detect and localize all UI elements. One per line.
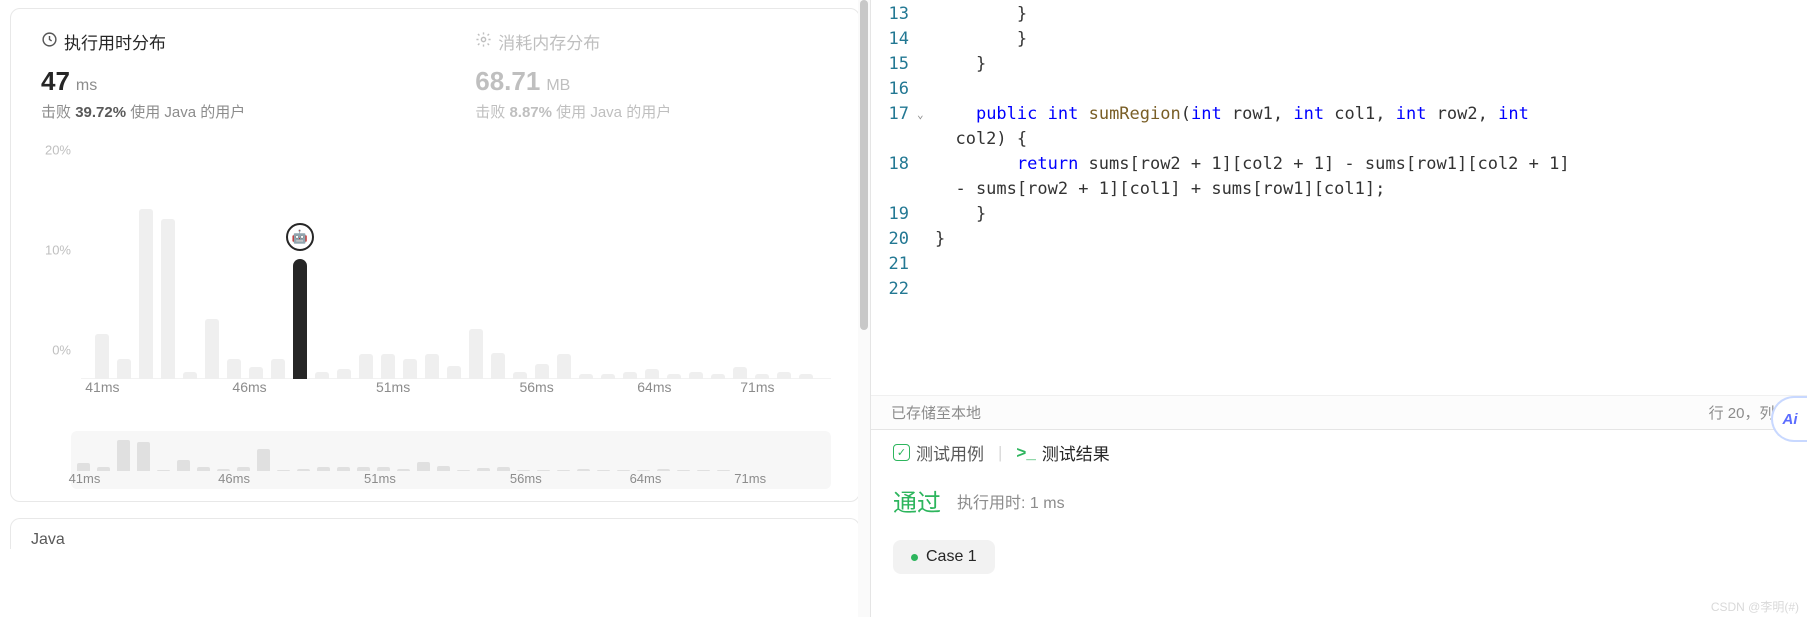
runtime-label: 执行用时: 1 ms	[957, 489, 1065, 513]
memory-title: 消耗内存分布	[498, 29, 600, 54]
terminal-icon: >_	[1016, 443, 1035, 463]
chart-bar[interactable]	[95, 334, 109, 379]
chart-bar[interactable]	[733, 367, 747, 379]
chart-bar[interactable]	[359, 354, 373, 379]
code-line: 13 }	[871, 2, 1807, 27]
code-line: 17⌄ public int sumRegion(int row1, int c…	[871, 102, 1807, 127]
chart-bar[interactable]	[271, 359, 285, 379]
runtime-value: 47	[41, 66, 70, 97]
runtime-unit: ms	[76, 77, 97, 95]
chart-bar[interactable]	[139, 209, 153, 379]
chart-bar[interactable]	[491, 353, 505, 379]
left-scrollbar[interactable]	[858, 0, 870, 617]
chart-bar[interactable]	[447, 366, 461, 379]
chart-bar[interactable]	[513, 372, 527, 379]
code-line: 18 return sums[row2 + 1][col2 + 1] - sum…	[871, 152, 1807, 177]
chart-bar[interactable]	[183, 372, 197, 379]
watermark: CSDN @李明(#)	[1711, 598, 1799, 615]
pass-status: 通过	[893, 483, 941, 518]
mini-chart[interactable]: 41ms46ms51ms56ms64ms71ms	[71, 431, 831, 489]
memory-icon	[475, 31, 492, 53]
tab-testcase[interactable]: ✓ 测试用例	[893, 440, 984, 465]
memory-stats[interactable]: 消耗内存分布 68.71 MB 击败 8.87% 使用 Java 的用户	[475, 29, 671, 122]
memory-beats: 击败 8.87% 使用 Java 的用户	[475, 101, 671, 122]
chart-bar[interactable]: 🤖	[293, 259, 307, 379]
code-line: 22	[871, 277, 1807, 302]
code-line: 15 }	[871, 52, 1807, 77]
result-panel: ✓ 测试用例 | >_ 测试结果 通过 执行用时: 1 ms Case 1	[871, 429, 1807, 617]
chart-bar[interactable]	[425, 354, 439, 379]
chart-bar[interactable]	[557, 354, 571, 379]
runtime-chart: 0%10%20% 🤖 41ms46ms51ms56ms64ms71ms	[41, 159, 831, 399]
chart-bar[interactable]	[381, 354, 395, 379]
case-1-pill[interactable]: Case 1	[893, 540, 995, 574]
code-line: 14 }	[871, 27, 1807, 52]
code-line: 21	[871, 252, 1807, 277]
runtime-title: 执行用时分布	[64, 29, 166, 54]
chart-bar[interactable]	[535, 364, 549, 379]
chart-bar[interactable]	[777, 372, 791, 379]
chart-bar[interactable]	[623, 372, 637, 379]
status-dot-icon	[911, 554, 918, 561]
chart-bar[interactable]	[315, 372, 329, 379]
marker-icon: 🤖	[286, 223, 314, 251]
chart-bar[interactable]	[249, 367, 263, 379]
status-bar: 已存储至本地 行 20，列 2	[871, 395, 1807, 429]
chart-bar[interactable]	[161, 219, 175, 379]
chart-bar[interactable]	[469, 329, 483, 379]
chart-bar[interactable]	[403, 359, 417, 379]
code-line: 20}	[871, 227, 1807, 252]
saved-status: 已存储至本地	[891, 402, 981, 423]
tab-result[interactable]: >_ 测试结果	[1016, 440, 1109, 465]
chart-bar[interactable]	[117, 359, 131, 379]
chart-bar[interactable]	[645, 369, 659, 379]
code-line: 19 }	[871, 202, 1807, 227]
code-line: 16	[871, 77, 1807, 102]
fold-icon[interactable]: ⌄	[917, 102, 935, 127]
chart-bar[interactable]	[337, 369, 351, 379]
chart-bar[interactable]	[205, 319, 219, 379]
code-editor[interactable]: 13 }14 }15 }1617⌄ public int sumRegion(i…	[871, 0, 1807, 395]
clock-icon	[41, 31, 58, 53]
runtime-stats[interactable]: 执行用时分布 47 ms 击败 39.72% 使用 Java 的用户	[41, 29, 245, 122]
memory-unit: MB	[546, 77, 570, 95]
tab-divider: |	[998, 443, 1002, 463]
runtime-beats: 击败 39.72% 使用 Java 的用户	[41, 101, 245, 122]
check-icon: ✓	[893, 444, 910, 461]
memory-value: 68.71	[475, 66, 540, 97]
language-box: Java	[10, 518, 860, 549]
stats-card: 执行用时分布 47 ms 击败 39.72% 使用 Java 的用户 消耗	[10, 8, 860, 502]
chart-bar[interactable]	[689, 372, 703, 379]
chart-bar[interactable]	[227, 359, 241, 379]
